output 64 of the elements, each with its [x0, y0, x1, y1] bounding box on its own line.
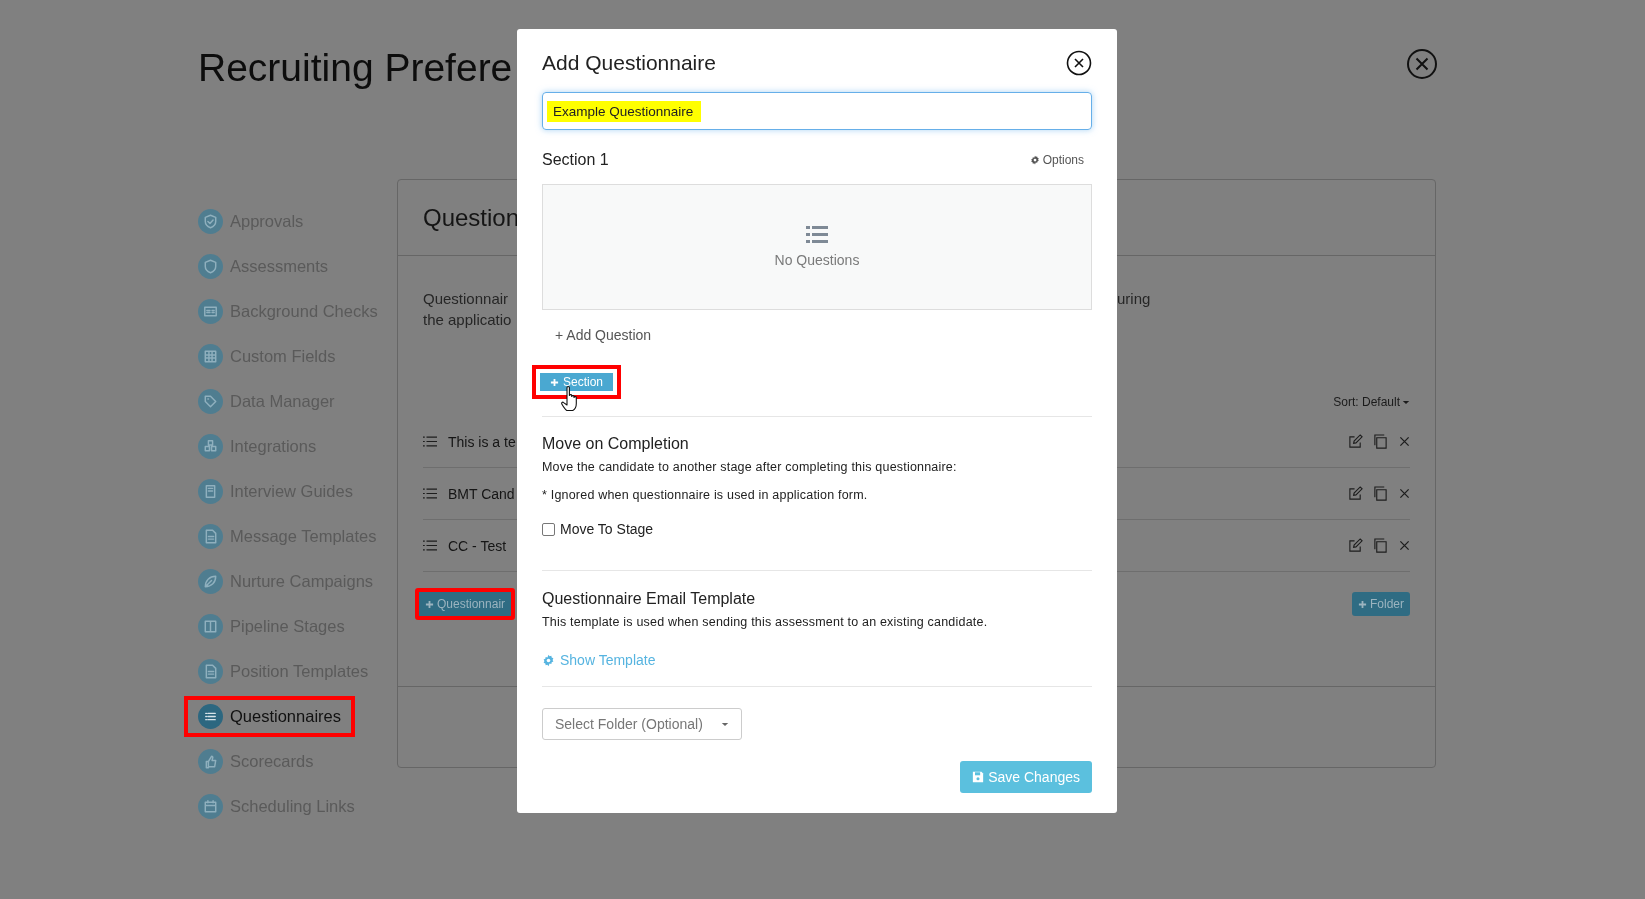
edit-icon[interactable]: [1348, 434, 1363, 449]
description-text: uring: [1117, 289, 1152, 309]
caret-icon: [1402, 399, 1410, 405]
document-icon: [198, 659, 223, 684]
list-icon: [198, 704, 223, 729]
copy-icon[interactable]: [1373, 538, 1388, 553]
list-icon: [423, 540, 437, 551]
options-link[interactable]: Options: [1029, 153, 1084, 167]
questionnaire-name[interactable]: BMT Cand: [448, 485, 515, 502]
thumbs-up-icon: [198, 749, 223, 774]
leaf-icon: [198, 569, 223, 594]
list-icon: [423, 488, 437, 499]
add-question-link[interactable]: + Add Question: [555, 327, 652, 343]
page-title: Recruiting Prefere: [198, 45, 513, 91]
questionnaire-name[interactable]: CC - Test: [448, 537, 507, 554]
copy-icon[interactable]: [1373, 434, 1388, 449]
list-icon: [423, 436, 437, 447]
description-text: Questionnair: [423, 289, 509, 309]
show-template-link[interactable]: Show Template: [542, 652, 656, 668]
note-text: * Ignored when questionnaire is used in application form.: [542, 488, 868, 502]
grid-icon: [198, 344, 223, 369]
cubes-icon: [198, 434, 223, 459]
edit-icon[interactable]: [1348, 538, 1363, 553]
columns-icon: [198, 614, 223, 639]
plus-icon: [1358, 599, 1367, 609]
description-text: the applicatio: [423, 310, 512, 330]
add-folder-button[interactable]: Folder: [1352, 592, 1410, 616]
folder-select[interactable]: Select Folder (Optional): [542, 708, 742, 740]
edit-icon[interactable]: [1348, 486, 1363, 501]
delete-icon[interactable]: [1399, 540, 1410, 551]
plus-icon: [425, 599, 434, 609]
tag-icon: [198, 389, 223, 414]
questionnaire-name[interactable]: This is a te: [448, 433, 516, 450]
section-title: Section 1: [542, 151, 609, 169]
delete-icon[interactable]: [1399, 436, 1410, 447]
add-section-button[interactable]: Section: [532, 365, 622, 399]
delete-icon[interactable]: [1399, 488, 1410, 499]
section-heading: Questionnaire Email Template: [542, 590, 756, 608]
section-heading: Move on Completion: [542, 435, 689, 453]
close-icon[interactable]: [1066, 49, 1092, 76]
add-questionnaire-button[interactable]: Questionnair: [415, 588, 516, 620]
gear-icon: [542, 653, 555, 667]
save-changes-button[interactable]: Save Changes: [960, 761, 1092, 793]
modal-title: Add Questionnaire: [542, 50, 716, 75]
panel-title: Question: [423, 203, 520, 232]
sort-dropdown[interactable]: Sort: Default: [1333, 395, 1410, 409]
description-text: This template is used when sending this assessment to an existing candidate.: [542, 615, 988, 629]
copy-icon[interactable]: [1373, 486, 1388, 501]
checkbox-label[interactable]: Move To Stage: [560, 521, 654, 537]
document-icon: [198, 524, 223, 549]
checkbox[interactable]: [542, 522, 555, 536]
shield-icon: [198, 254, 223, 279]
plus-icon: [550, 377, 559, 387]
name-input-field[interactable]: Example Questionnaire: [542, 92, 1092, 130]
calendar-icon: [198, 794, 223, 819]
caret-icon: [721, 721, 729, 727]
list-icon: [806, 226, 828, 243]
description-text: Move the candidate to another stage after completing this questionnaire:: [542, 460, 957, 474]
id-card-icon: [198, 299, 223, 324]
gear-icon: [1029, 155, 1040, 165]
empty-state-text: No Questions: [774, 252, 860, 268]
book-icon: [198, 479, 223, 504]
shield-check-icon: [198, 209, 223, 234]
sidebar-item[interactable]: Questionnaires: [184, 696, 355, 737]
